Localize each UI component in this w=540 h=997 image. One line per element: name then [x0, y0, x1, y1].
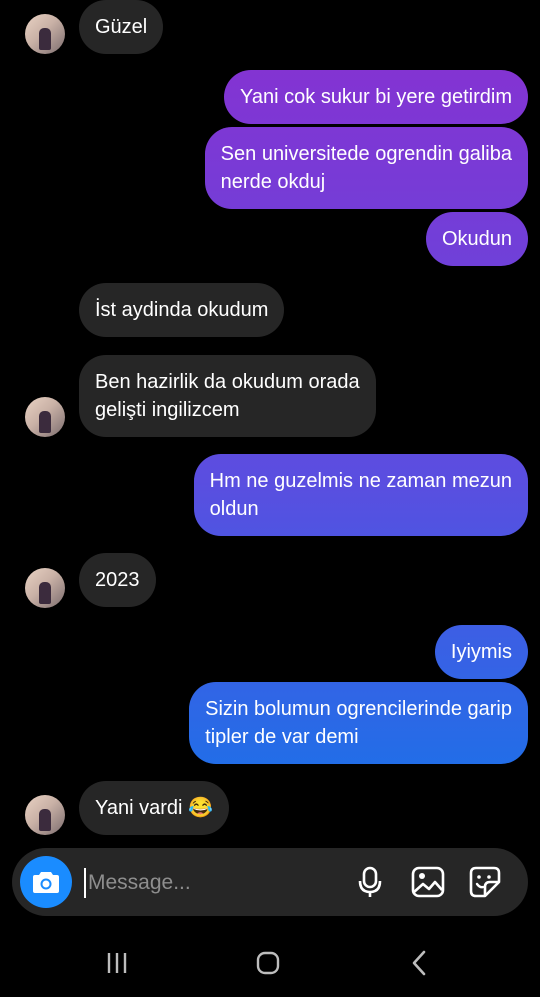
- message-composer: [12, 848, 528, 916]
- contact-avatar[interactable]: [25, 795, 65, 835]
- message-incoming[interactable]: 2023: [79, 553, 156, 607]
- recent-apps-icon[interactable]: [102, 948, 132, 978]
- gallery-icon[interactable]: [411, 865, 445, 899]
- message-outgoing[interactable]: Okudun: [425, 212, 528, 266]
- message-outgoing[interactable]: Iyiymis: [434, 625, 528, 679]
- message-incoming[interactable]: Ben hazirlik da okudum orada gelişti ing…: [79, 355, 376, 437]
- contact-avatar[interactable]: [25, 397, 65, 437]
- message-outgoing[interactable]: Sizin bolumun ogrencilerinde garip tiple…: [189, 682, 528, 764]
- contact-avatar[interactable]: [25, 568, 65, 608]
- message-input[interactable]: [84, 868, 330, 898]
- camera-icon: [33, 872, 59, 893]
- message-outgoing[interactable]: Hm ne guzelmis ne zaman mezun oldun: [193, 454, 528, 536]
- back-icon[interactable]: [405, 948, 435, 978]
- message-outgoing[interactable]: Yani cok sukur bi yere getirdim: [224, 70, 528, 124]
- message-outgoing[interactable]: Sen universitede ogrendin galiba nerde o…: [204, 127, 528, 209]
- message-incoming[interactable]: İst aydinda okudum: [79, 283, 285, 337]
- microphone-icon[interactable]: [353, 865, 387, 899]
- contact-avatar[interactable]: [25, 14, 65, 54]
- camera-button[interactable]: [20, 856, 72, 908]
- sticker-icon[interactable]: [468, 865, 502, 899]
- message-incoming[interactable]: Yani vardi 😂: [79, 781, 229, 835]
- home-icon[interactable]: [253, 948, 283, 978]
- message-incoming[interactable]: Güzel: [79, 0, 164, 54]
